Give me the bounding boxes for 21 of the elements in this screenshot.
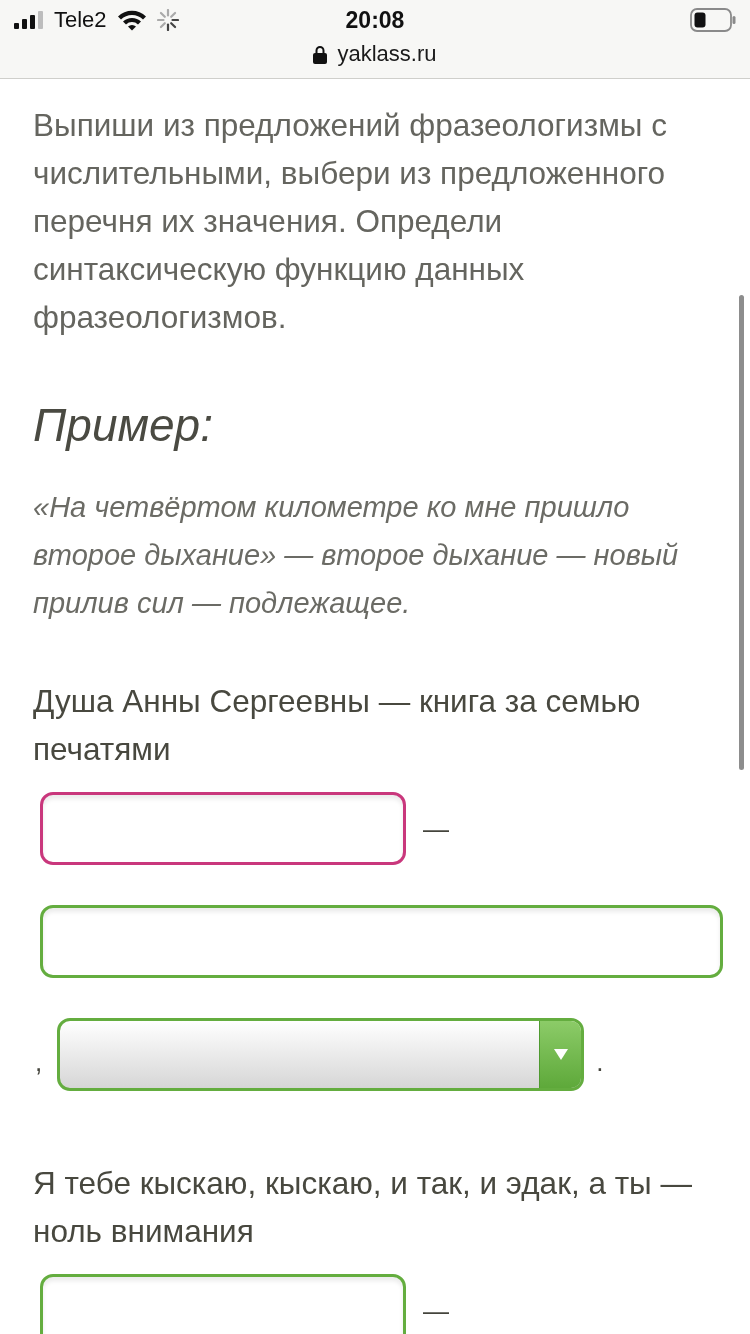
punctuation-text: — — [423, 812, 449, 846]
example-text: «На четвёртом километре ко мне пришло второе дыхание» — второе дыхание — новый прилив сил — подлежащее. — [33, 490, 680, 621]
task-instruction: Выпиши из предложений фразеологизмы с числительными, выбери из предложенного перечня их значения. Определи синтаксическую функцию данных фразеологизмов. — [33, 106, 668, 337]
punctuation-text: — — [423, 1294, 449, 1328]
answer-field[interactable] — [40, 792, 406, 865]
answer-field[interactable] — [40, 1274, 406, 1334]
dropdown-select[interactable] — [57, 1018, 585, 1091]
wifi-icon — [116, 9, 147, 31]
punctuation-text: , — [35, 1045, 43, 1079]
carrier-name: Tele2 — [54, 7, 107, 33]
example-heading: Пример: — [33, 398, 214, 453]
address-url[interactable]: yaklass.ru — [337, 41, 437, 67]
punctuation-text: . — [596, 1045, 604, 1079]
signal-strength-icon — [14, 11, 44, 29]
battery-icon — [690, 8, 736, 32]
loading-spinner-icon — [156, 9, 179, 31]
clock-time: 20:08 — [345, 6, 405, 34]
question-sentence: Душа Анны Сергеевны — книга за семью печатями — [33, 682, 642, 769]
lock-icon — [313, 44, 328, 64]
question-sentence: Я тебе кыскаю, кыскаю, и так, и эдак, а ты — ноль внимания — [33, 1164, 693, 1251]
answer-field[interactable] — [40, 905, 723, 978]
